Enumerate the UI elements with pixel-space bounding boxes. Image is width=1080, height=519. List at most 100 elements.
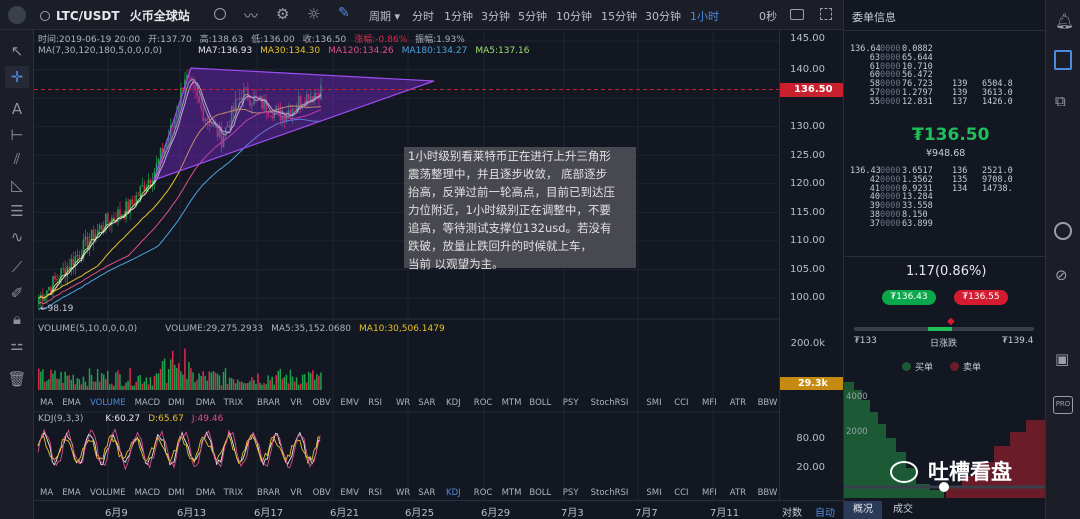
indicator-tab[interactable]: OBV	[313, 488, 331, 498]
tab-trades[interactable]: 成交	[886, 501, 920, 519]
indicator-tab[interactable]: BOLL	[529, 398, 551, 408]
indicator-tab[interactable]: VR	[290, 398, 302, 408]
indicator-tab[interactable]: CCI	[674, 398, 688, 408]
clock-icon[interactable]	[1054, 222, 1072, 240]
indicator-tab[interactable]: DMA	[196, 488, 216, 498]
indicator-tab[interactable]: VOLUME	[90, 398, 126, 408]
indicator-tab[interactable]: MFI	[702, 398, 717, 408]
period-2[interactable]: 1分钟	[444, 8, 473, 24]
indicator-tab[interactable]: VOLUME	[90, 488, 126, 498]
indicator-tab[interactable]: SMI	[646, 488, 661, 498]
crosshair-icon[interactable]: ✛	[5, 66, 29, 88]
indicator-tab[interactable]: MTM	[502, 398, 522, 408]
indicator-tab[interactable]: MFI	[702, 488, 717, 498]
indicator-tab[interactable]: ROC	[474, 488, 493, 498]
orderbook-row[interactable]: 550000 12.831 137 1426.0	[850, 97, 1013, 107]
period-3[interactable]: 3分钟	[481, 8, 510, 24]
tab-overview[interactable]: 概况	[844, 501, 882, 519]
indicator-tab[interactable]: RSI	[368, 488, 382, 498]
text-icon[interactable]: A	[5, 98, 29, 120]
indicator-tab[interactable]: KDJ	[446, 398, 461, 408]
pro-icon[interactable]: PRO	[1053, 396, 1073, 414]
indicator-tab[interactable]: StochRSI	[591, 488, 629, 498]
indicator-tab[interactable]: RSI	[368, 398, 382, 408]
note-icon[interactable]	[1054, 50, 1072, 70]
triangle-icon[interactable]: ◺	[5, 174, 29, 196]
indicator-tab[interactable]: MTM	[502, 488, 522, 498]
orderbook-row[interactable]: 370000 63.899	[850, 219, 1012, 229]
trash-icon[interactable]: 🗑︎	[5, 368, 29, 390]
indicator-tab[interactable]: DMI	[168, 398, 184, 408]
chart-area[interactable]: 时间:2019-06-19 20:00 开:137.70 高:138.63 低:136…	[34, 30, 838, 500]
search-icon[interactable]	[214, 8, 226, 20]
bell-icon[interactable]: 🔔︎	[1055, 12, 1074, 30]
indicator-tab[interactable]: PSY	[563, 398, 579, 408]
indicator-tab[interactable]: SAR	[418, 398, 435, 408]
period-7[interactable]: 30分钟	[645, 8, 681, 24]
indicator-tab[interactable]: BOLL	[529, 488, 551, 498]
indicator-tab[interactable]: MA	[40, 488, 53, 498]
indicator-tab[interactable]: ROC	[474, 398, 493, 408]
brush-icon[interactable]: ✐	[5, 282, 29, 304]
link-icon[interactable]: ⊘	[1055, 266, 1068, 284]
period-4[interactable]: 5分钟	[518, 8, 547, 24]
indicator-tab[interactable]: EMA	[62, 488, 81, 498]
theme-icon[interactable]: ☼	[307, 5, 320, 23]
indicator-tab[interactable]: ATR	[730, 398, 746, 408]
indicator-tab[interactable]: EMV	[340, 398, 359, 408]
period-dropdown[interactable]: 周期 ▾	[369, 8, 400, 24]
bid-price-pill[interactable]: ₮136.43	[882, 290, 936, 305]
indicator-tab[interactable]: StochRSI	[591, 398, 629, 408]
indicator-tab[interactable]: EMV	[340, 488, 359, 498]
wave-icon[interactable]: ∿	[5, 226, 29, 248]
indicator-tab[interactable]: DMA	[196, 398, 216, 408]
indicator-tab[interactable]: CCI	[674, 488, 688, 498]
camera-icon[interactable]	[790, 9, 804, 20]
indicator-tab[interactable]: TRIX	[224, 398, 243, 408]
indicator-tab[interactable]: SMI	[646, 398, 661, 408]
hline-icon[interactable]: ⊢	[5, 124, 29, 146]
lock-icon[interactable]: 🔒︎	[5, 308, 29, 330]
indicator-tab[interactable]: DMI	[168, 488, 184, 498]
indicator-tab[interactable]: KDJ	[446, 488, 461, 498]
ask-price-pill[interactable]: ₮136.55	[954, 290, 1008, 305]
indicator-tab[interactable]: BRAR	[257, 488, 280, 498]
time-axis[interactable]: 6月9 6月13 6月17 6月21 6月25 6月29 7月3 7月7 7月1…	[34, 500, 843, 519]
indicator-tab[interactable]: EMA	[62, 398, 81, 408]
indicator-tab[interactable]: PSY	[563, 488, 579, 498]
indicator-tab[interactable]: BBW	[758, 488, 778, 498]
indicator-tab[interactable]: BBW	[758, 398, 778, 408]
channel-icon[interactable]: ⫽	[5, 148, 29, 170]
layers-icon[interactable]: ⧉	[1055, 92, 1066, 110]
indicator-tab[interactable]: WR	[396, 488, 410, 498]
indicator-icon[interactable]: 〰	[244, 6, 258, 26]
period-5[interactable]: 10分钟	[556, 8, 592, 24]
indicator-tab[interactable]: WR	[396, 398, 410, 408]
log-scale-toggle[interactable]: 对数	[782, 504, 802, 519]
indicator-tab[interactable]: VR	[290, 488, 302, 498]
volume-bar	[115, 372, 117, 390]
symbol-title[interactable]: LTC/USDT 火币全球站	[40, 7, 190, 24]
period-6[interactable]: 15分钟	[601, 8, 637, 24]
indicator-tab[interactable]: MACD	[135, 398, 160, 408]
badge-icon[interactable]: ▣	[1055, 350, 1069, 368]
indicator-tab[interactable]: OBV	[313, 398, 331, 408]
period-1[interactable]: 分时	[412, 8, 434, 24]
indicator-tab[interactable]: TRIX	[224, 488, 243, 498]
range-label: 日涨跌	[930, 339, 958, 349]
draw-icon[interactable]: ✎	[338, 5, 350, 21]
ruler-icon[interactable]: ⟋	[5, 256, 29, 278]
period-active[interactable]: 1小时	[690, 8, 719, 24]
gear-icon[interactable]: ⚙	[276, 5, 289, 23]
indicator-tab[interactable]: BRAR	[257, 398, 280, 408]
auto-scale-toggle[interactable]: 自动	[815, 504, 835, 519]
cursor-icon[interactable]: ↖	[5, 40, 29, 62]
fullscreen-icon[interactable]	[820, 8, 832, 20]
indicator-tab[interactable]: MA	[40, 398, 53, 408]
indicator-tab[interactable]: SAR	[418, 488, 435, 498]
indicator-tab[interactable]: ATR	[730, 488, 746, 498]
indicator-tab[interactable]: MACD	[135, 488, 160, 498]
price-axis[interactable]: 145.00 140.00 130.00 125.00 120.00 115.0…	[779, 30, 843, 500]
fib-icon[interactable]: ☰	[5, 200, 29, 222]
visibility-icon[interactable]: ⚍	[5, 334, 29, 356]
